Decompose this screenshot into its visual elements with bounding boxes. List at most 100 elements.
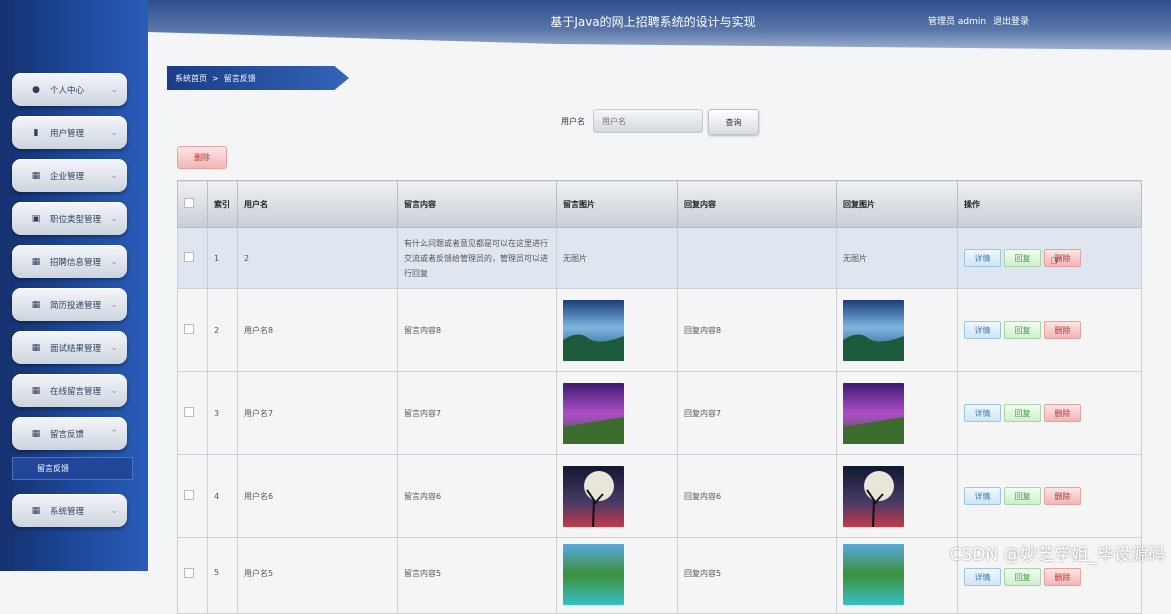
row-checkbox[interactable] xyxy=(184,568,194,578)
header-content: 留言内容 xyxy=(397,180,557,228)
table-row: 4 用户名6 留言内容6 回复内容6 详情 回复 删除 xyxy=(177,454,1142,538)
sidebar-item-personal-center[interactable]: ● 个人中心 ⌄ xyxy=(12,73,127,106)
sidebar-item-job-type-management[interactable]: ▣ 职位类型管理 ⌄ xyxy=(12,202,127,235)
cell-image xyxy=(556,371,678,455)
purple-sunset-photo[interactable] xyxy=(563,382,624,444)
header-select-all[interactable] xyxy=(177,180,208,228)
grid-icon: ▦ xyxy=(31,428,41,439)
cell-content: 留言内容6 xyxy=(397,454,557,538)
sidebar-item-label: 留言反馈 xyxy=(50,429,85,440)
grid-icon: ▦ xyxy=(31,342,41,353)
grid-icon: ▦ xyxy=(31,170,41,181)
lake-photo[interactable] xyxy=(563,299,624,361)
row-checkbox[interactable] xyxy=(184,490,194,500)
sidebar-item-company-management[interactable]: ▦ 企业管理 ⌄ xyxy=(12,159,127,192)
beach-photo[interactable] xyxy=(563,544,624,605)
reply-button[interactable]: 回复 xyxy=(1004,249,1041,267)
grid-icon: ▦ xyxy=(31,256,41,267)
cell-reply-image: 无图片 xyxy=(836,227,958,289)
submenu-item-message-feedback[interactable]: 留言反馈 xyxy=(12,457,133,480)
detail-button[interactable]: 详情 xyxy=(964,249,1001,267)
cell-actions: 详情 回复 删除 xyxy=(957,371,1142,455)
breadcrumb-home[interactable]: 系统首页 xyxy=(175,73,207,84)
cell-reply-image xyxy=(836,537,958,614)
cell-username: 用户名8 xyxy=(237,288,398,372)
cell-username: 2 xyxy=(237,227,398,289)
briefcase-icon: ▣ xyxy=(31,213,41,224)
row-checkbox[interactable] xyxy=(184,407,194,417)
cell-reply-image xyxy=(836,454,958,538)
sidebar-item-label: 用户管理 xyxy=(50,128,85,139)
cell-reply-image xyxy=(836,288,958,372)
reply-button[interactable]: 回复 xyxy=(1004,404,1041,422)
grid-icon: ▦ xyxy=(31,299,41,310)
select-all-checkbox[interactable] xyxy=(184,198,194,208)
mouse-cursor-icon: ☞ xyxy=(1050,254,1062,269)
cell-image: 无图片 xyxy=(556,227,678,289)
detail-button[interactable]: 详情 xyxy=(964,404,1001,422)
header-actions: 操作 xyxy=(957,180,1142,228)
sidebar-item-interview-results[interactable]: ▦ 面试结果管理 ⌄ xyxy=(12,331,127,364)
breadcrumb-current: 留言反馈 xyxy=(223,73,256,83)
sidebar-item-label: 招聘信息管理 xyxy=(50,257,102,268)
cell-username: 用户名5 xyxy=(237,537,398,614)
chevron-down-icon: ⌄ xyxy=(110,84,118,95)
table-row: 1 2 有什么问题或者意见都是可以在这里进行交流或者反馈给管理员的，管理员可以进… xyxy=(177,227,1142,289)
chevron-down-icon: ⌄ xyxy=(110,299,118,310)
message-text: 有什么问题或者意见都是可以在这里进行交流或者反馈给管理员的，管理员可以进行回复 xyxy=(404,238,548,278)
reply-button[interactable]: 回复 xyxy=(1004,487,1041,505)
logout-link[interactable]: 退出登录 xyxy=(993,17,1029,27)
header-username: 用户名 xyxy=(237,180,398,228)
chevron-down-icon: ⌄ xyxy=(110,505,118,516)
cell-index: 1 xyxy=(207,227,238,289)
detail-button[interactable]: 详情 xyxy=(964,487,1001,505)
cell-index: 3 xyxy=(207,371,238,455)
row-checkbox[interactable] xyxy=(184,252,194,262)
sidebar-item-message-feedback[interactable]: ▦ 留言反馈 ⌃ xyxy=(12,417,127,450)
clipboard-icon: ▮ xyxy=(33,127,39,138)
cell-actions: 详情 回复 删除 xyxy=(957,288,1142,372)
delete-button[interactable]: 删除 xyxy=(1044,404,1081,422)
chevron-down-icon: ⌄ xyxy=(110,213,118,224)
purple-sunset-photo[interactable] xyxy=(843,382,904,444)
cell-image xyxy=(556,454,678,538)
header-image: 留言图片 xyxy=(556,180,678,228)
search-input[interactable] xyxy=(593,109,703,133)
delete-button[interactable]: 删除 xyxy=(1044,321,1081,339)
chevron-down-icon: ⌄ xyxy=(110,256,118,267)
sidebar-item-recruitment-info[interactable]: ▦ 招聘信息管理 ⌄ xyxy=(12,245,127,278)
sidebar-item-system-management[interactable]: ▦ 系统管理 ⌄ xyxy=(12,494,127,527)
detail-button[interactable]: 详情 xyxy=(964,321,1001,339)
chevron-down-icon: ⌄ xyxy=(110,342,118,353)
header-reply: 回复内容 xyxy=(677,180,837,228)
sidebar-item-label: 面试结果管理 xyxy=(50,343,102,354)
moon-tree-photo[interactable] xyxy=(843,465,904,527)
chevron-down-icon: ⌄ xyxy=(110,127,118,138)
cell-reply-image xyxy=(836,371,958,455)
sidebar-item-resume-delivery[interactable]: ▦ 简历投递管理 ⌄ xyxy=(12,288,127,321)
cell-reply: 回复内容5 xyxy=(677,537,837,614)
search-button[interactable]: 查询 xyxy=(708,109,759,135)
lake-photo[interactable] xyxy=(843,299,904,361)
chevron-up-icon: ⌃ xyxy=(110,428,118,439)
moon-tree-photo[interactable] xyxy=(563,465,624,527)
cell-username: 用户名6 xyxy=(237,454,398,538)
grid-icon: ▦ xyxy=(31,505,41,516)
search-label: 用户名 xyxy=(561,117,585,126)
sidebar-item-label: 职位类型管理 xyxy=(50,214,102,225)
sidebar-item-user-management[interactable]: ▮ 用户管理 ⌄ xyxy=(12,116,127,149)
header-index: 索引 xyxy=(207,180,238,228)
batch-delete-button[interactable]: 删除 xyxy=(177,146,227,169)
sidebar-item-online-messages[interactable]: ▦ 在线留言管理 ⌄ xyxy=(12,374,127,407)
header-reply-image: 回复图片 xyxy=(836,180,958,228)
beach-photo[interactable] xyxy=(843,544,904,605)
table-header-row: 索引 用户名 留言内容 留言图片 回复内容 回复图片 操作 xyxy=(177,180,1142,228)
row-checkbox[interactable] xyxy=(184,324,194,334)
cell-image xyxy=(556,288,678,372)
cell-content: 留言内容8 xyxy=(397,288,557,372)
delete-button[interactable]: 删除 xyxy=(1044,487,1081,505)
chevron-down-icon: ⌄ xyxy=(110,385,118,396)
table-row: 3 用户名7 留言内容7 回复内容7 详情 回复 删除 xyxy=(177,371,1142,455)
cell-actions: 详情 回复 删除 xyxy=(957,454,1142,538)
reply-button[interactable]: 回复 xyxy=(1004,321,1041,339)
